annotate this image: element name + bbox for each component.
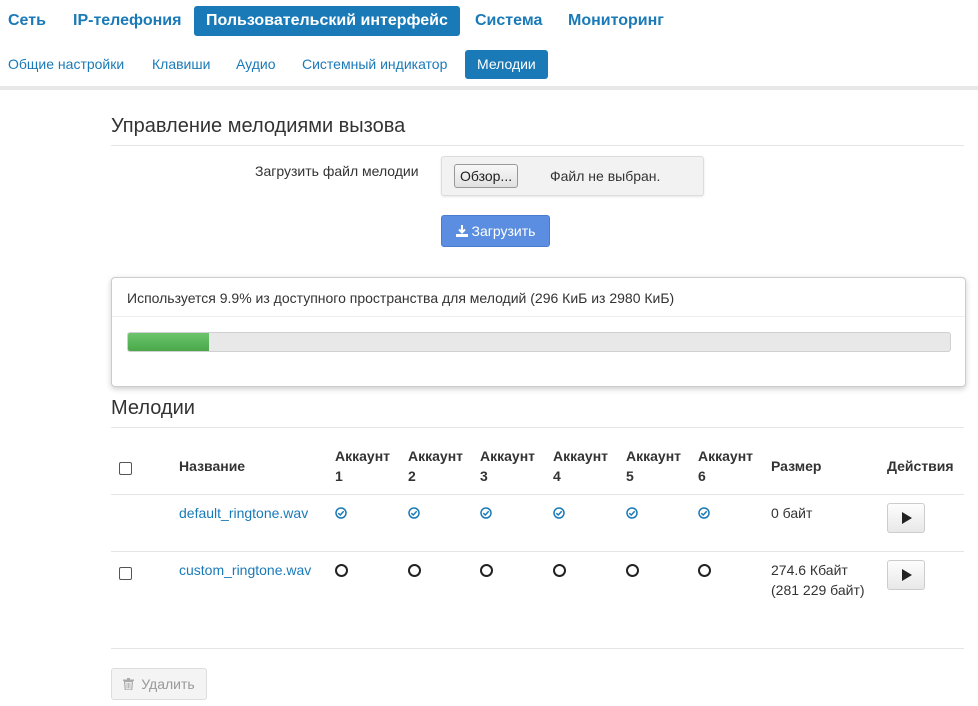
check-circle-icon xyxy=(335,507,347,519)
file-status-text: Файл не выбран. xyxy=(550,168,661,184)
check-circle-icon xyxy=(626,507,638,519)
ringtone-name-link[interactable]: custom_ringtone.wav xyxy=(179,562,311,578)
delete-button[interactable]: Удалить xyxy=(111,668,207,700)
row-select-checkbox[interactable] xyxy=(119,567,132,580)
column-header-name: Название xyxy=(179,458,246,474)
upload-section-title: Управление мелодиями вызова xyxy=(111,115,406,137)
subnav-ringtones[interactable]: Мелодии xyxy=(465,50,548,79)
circle-icon xyxy=(335,564,348,577)
upload-file-label: Загрузить файл мелодии xyxy=(255,163,419,179)
circle-icon xyxy=(480,564,493,577)
check-circle-icon xyxy=(553,507,565,519)
check-circle-icon xyxy=(480,507,492,519)
column-header-actions: Действия xyxy=(887,458,954,474)
ringtone-name-link[interactable]: default_ringtone.wav xyxy=(179,505,308,521)
subnav-audio[interactable]: Аудио xyxy=(224,50,288,79)
circle-icon xyxy=(408,564,421,577)
table-row-divider xyxy=(111,551,964,552)
upload-icon xyxy=(455,217,468,247)
subnav-keys[interactable]: Клавиши xyxy=(140,50,222,79)
select-all-checkbox[interactable] xyxy=(119,462,132,475)
ringtones-section-title: Мелодии xyxy=(111,397,195,419)
nav-network[interactable]: Сеть xyxy=(0,6,58,36)
browse-button[interactable]: Обзор... xyxy=(454,164,519,188)
nav-system[interactable]: Система xyxy=(463,6,554,36)
subnav-system-indicator[interactable]: Системный индикатор xyxy=(290,50,459,79)
usage-text: Используется 9.9% из доступного простран… xyxy=(127,290,675,306)
trash-icon xyxy=(123,676,141,692)
usage-panel: Используется 9.9% из доступного простран… xyxy=(111,277,966,387)
nav-divider xyxy=(0,86,978,90)
table-row-divider xyxy=(111,494,964,495)
ringtone-size: 0 байт xyxy=(771,505,813,521)
column-header-account-4: Аккаунт 4 xyxy=(553,448,609,484)
play-button[interactable] xyxy=(887,560,925,590)
play-icon xyxy=(902,512,912,524)
upload-button[interactable]: Загрузить xyxy=(441,215,550,247)
usage-progress-fill xyxy=(128,333,210,351)
circle-icon xyxy=(626,564,639,577)
section-divider xyxy=(111,427,964,428)
column-header-size: Размер xyxy=(771,458,822,474)
column-header-account-5: Аккаунт 5 xyxy=(626,448,682,484)
nav-ip-telephony[interactable]: IP-телефония xyxy=(61,6,193,36)
panel-separator xyxy=(112,316,965,317)
column-header-account-6: Аккаунт 6 xyxy=(698,448,754,484)
circle-icon xyxy=(553,564,566,577)
play-button[interactable] xyxy=(887,503,925,533)
section-divider xyxy=(111,145,964,146)
subnav-general-settings[interactable]: Общие настройки xyxy=(0,50,136,79)
nav-monitoring[interactable]: Мониторинг xyxy=(556,6,676,36)
play-icon xyxy=(902,569,912,581)
ringtone-size: 274.6 Кбайт (281 229 байт) xyxy=(771,562,865,598)
column-header-account-2: Аккаунт 2 xyxy=(408,448,464,484)
upload-button-label: Загрузить xyxy=(471,223,536,239)
table-bottom-divider xyxy=(111,648,964,649)
check-circle-icon xyxy=(698,507,710,519)
column-header-account-3: Аккаунт 3 xyxy=(480,448,536,484)
circle-icon xyxy=(698,564,711,577)
nav-user-interface[interactable]: Пользовательский интерфейс xyxy=(194,6,460,36)
delete-button-label: Удалить xyxy=(141,676,195,692)
check-circle-icon xyxy=(408,507,420,519)
usage-progress-bar xyxy=(127,332,951,352)
column-header-account-1: Аккаунт 1 xyxy=(335,448,391,484)
file-input[interactable]: Обзор... Файл не выбран. xyxy=(441,156,704,196)
